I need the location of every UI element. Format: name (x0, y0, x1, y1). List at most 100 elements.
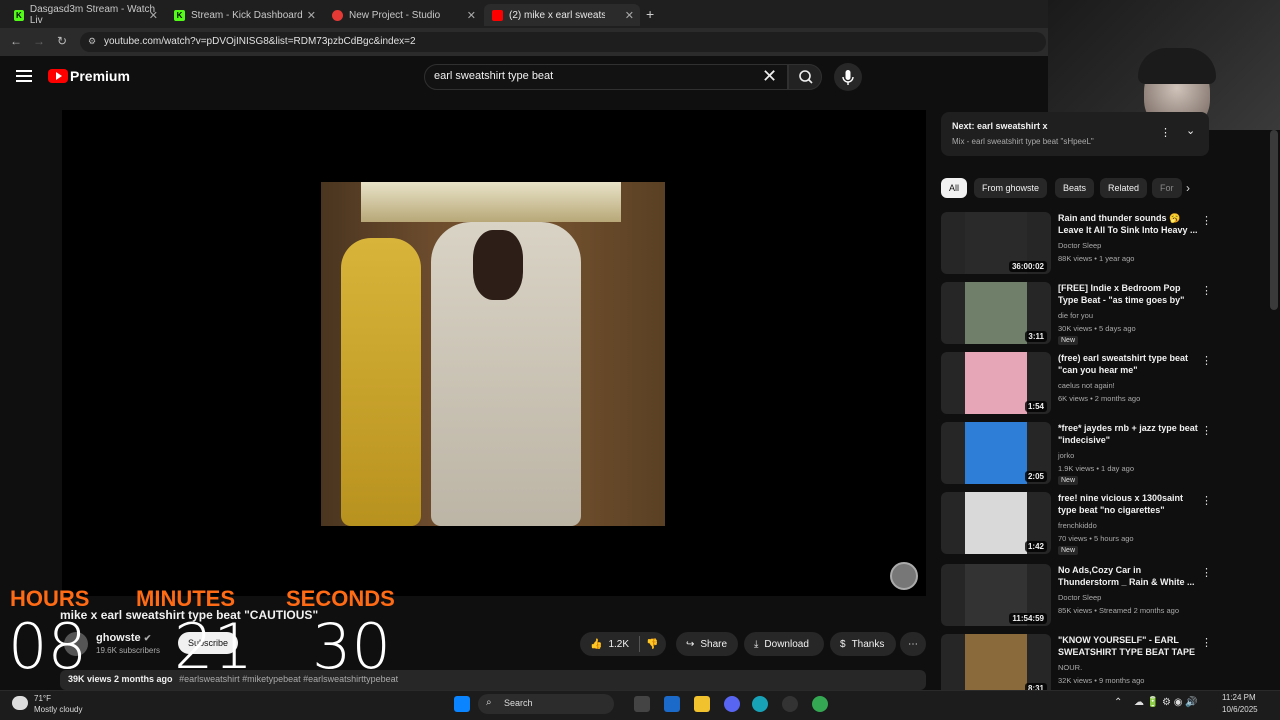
windows-start-icon[interactable] (454, 696, 470, 712)
person-yellow-hoodie (341, 238, 421, 526)
forward-icon[interactable]: → (33, 34, 45, 48)
chip-from-ghowste[interactable]: From ghowste (974, 178, 1048, 198)
like-button[interactable]: 👍 1.2K 👎 (580, 632, 666, 656)
voice-search-button[interactable] (834, 63, 862, 91)
rec-thumbnail[interactable]: 36:00:02 (941, 212, 1051, 274)
chip-for-you[interactable]: For (1152, 178, 1182, 198)
cloud-icon[interactable] (12, 696, 28, 710)
more-icon[interactable]: ⋮ (1160, 126, 1171, 139)
close-icon[interactable]: ✕ (467, 9, 476, 22)
scrollbar[interactable] (1270, 130, 1278, 310)
tab-title: New Project - Studio (349, 9, 441, 21)
tray-icons[interactable]: ☁ 🔋 ⚙ ◉ 🔊 (1134, 697, 1198, 708)
more-icon[interactable]: ⋮ (1201, 214, 1212, 227)
search-icon: ⌕ (486, 697, 492, 708)
back-icon[interactable]: ← (10, 34, 22, 48)
rec-channel[interactable]: jorko (1058, 451, 1074, 460)
youtube-icon (492, 9, 503, 21)
more-icon[interactable]: ⋮ (1201, 424, 1212, 437)
rec-item[interactable]: 36:00:02 Rain and thunder sounds 🥱 Leave … (941, 212, 1212, 278)
more-icon[interactable]: ⋮ (1201, 354, 1212, 367)
obs-icon[interactable] (782, 696, 798, 712)
taskbar-search-label: Search (504, 698, 533, 708)
rec-thumbnail[interactable]: 1:54 (941, 352, 1051, 414)
rec-channel[interactable]: NOUR. (1058, 663, 1082, 672)
browser-tab-3[interactable]: New Project - Studio ✕ (324, 4, 482, 26)
rec-channel[interactable]: Doctor Sleep (1058, 593, 1101, 602)
rec-duration: 11:54:59 (1009, 613, 1047, 624)
chip-beats[interactable]: Beats (1055, 178, 1095, 198)
youtube-logo-icon[interactable] (48, 69, 68, 83)
rec-thumbnail[interactable]: 8:31 (941, 634, 1051, 696)
rec-channel[interactable]: frenchkiddo (1058, 521, 1097, 530)
hashtags[interactable]: #earlsweatshirt #miketypebeat #earlsweat… (179, 674, 398, 684)
rec-views: 85K views • Streamed 2 months ago (1058, 606, 1180, 615)
task-view-icon[interactable] (634, 696, 650, 712)
reload-icon[interactable]: ↻ (57, 34, 67, 48)
chip-related[interactable]: Related (1100, 178, 1148, 198)
rec-title[interactable]: No Ads,Cozy Car in Thunderstorm _ Rain &… (1058, 564, 1198, 588)
logo-text[interactable]: Premium (70, 68, 130, 84)
rec-title[interactable]: "KNOW YOURSELF" - EARL SWEATSHIRT TYPE B… (1058, 634, 1198, 658)
rec-channel[interactable]: caelus not again! (1058, 381, 1115, 390)
more-actions-button[interactable]: ⋯ (900, 632, 926, 656)
rec-title[interactable]: Rain and thunder sounds 🥱 Leave It All T… (1058, 212, 1198, 236)
edge-icon[interactable] (752, 696, 768, 712)
close-icon[interactable]: ✕ (307, 9, 316, 22)
more-icon[interactable]: ⋮ (1201, 494, 1212, 507)
browser-tab-1[interactable]: K Dasgasd3m Stream - Watch Liv ✕ (6, 4, 164, 26)
rec-views: 30K views • 5 days ago (1058, 324, 1136, 333)
store-icon[interactable] (664, 696, 680, 712)
rec-item[interactable]: 1:54 (free) earl sweatshirt type beat "ca… (941, 352, 1212, 418)
close-icon[interactable]: ✕ (149, 9, 158, 22)
clear-icon[interactable]: ✕ (762, 66, 777, 87)
close-icon[interactable]: ✕ (625, 9, 634, 22)
download-button[interactable]: ⤓ Download (744, 632, 824, 656)
more-icon[interactable]: ⋮ (1201, 566, 1212, 579)
rec-title[interactable]: [FREE] Indie x Bedroom Pop Type Beat - "… (1058, 282, 1198, 306)
rec-thumbnail-art (965, 352, 1027, 414)
rec-title[interactable]: *free* jaydes rnb + jazz type beat "inde… (1058, 422, 1198, 446)
discord-icon[interactable] (724, 696, 740, 712)
browser-tab-4[interactable]: (2) mike x earl sweatshirt ty ✕ (484, 4, 640, 26)
tab-title: Stream - Kick Dashboard (191, 9, 303, 21)
video-frame[interactable] (321, 182, 665, 526)
menu-icon[interactable] (16, 70, 32, 82)
next-playlist: Mix - earl sweatshirt type beat "sHpeeL" (952, 137, 1094, 146)
rec-item[interactable]: 11:54:59 No Ads,Cozy Car in Thunderstorm … (941, 564, 1212, 630)
search-button[interactable] (788, 64, 822, 90)
rec-thumbnail[interactable]: 2:05 (941, 422, 1051, 484)
chevron-down-icon[interactable]: ⌄ (1186, 124, 1195, 137)
kick-icon: K (14, 9, 24, 21)
chrome-icon[interactable] (812, 696, 828, 712)
new-tab-icon[interactable]: + (646, 6, 654, 22)
rec-channel[interactable]: die for you (1058, 311, 1093, 320)
rec-item[interactable]: 2:05 *free* jaydes rnb + jazz type beat "… (941, 422, 1212, 488)
thumbs-up-icon: 👍 (590, 638, 603, 650)
rec-title[interactable]: free! nine vicious x 1300saint type beat… (1058, 492, 1198, 516)
elevator-ceiling (361, 182, 621, 222)
rec-item[interactable]: 3:11 [FREE] Indie x Bedroom Pop Type Beat… (941, 282, 1212, 348)
rec-thumbnail[interactable]: 3:11 (941, 282, 1051, 344)
rec-thumbnail[interactable]: 11:54:59 (941, 564, 1051, 626)
more-icon[interactable]: ⋮ (1201, 636, 1212, 649)
site-info-icon[interactable]: ⚙ (88, 36, 96, 47)
more-icon[interactable]: ⋮ (1201, 284, 1212, 297)
rec-channel[interactable]: Doctor Sleep (1058, 241, 1101, 250)
rec-title[interactable]: (free) earl sweatshirt type beat "can yo… (1058, 352, 1198, 376)
channel-name[interactable]: ghowste ✔ (96, 632, 151, 644)
share-button[interactable]: ↪ Share (676, 632, 738, 656)
chip-all[interactable]: All (941, 178, 968, 198)
chevron-up-icon[interactable]: ⌃ (1114, 697, 1122, 708)
rec-thumbnail[interactable]: 1:42 (941, 492, 1051, 554)
description-box[interactable]: 39K views 2 months ago #earlsweatshirt #… (60, 670, 926, 690)
browser-tab-2[interactable]: K Stream - Kick Dashboard ✕ (166, 4, 322, 26)
channel-watermark-icon[interactable] (890, 562, 918, 590)
thanks-button[interactable]: $ Thanks (830, 632, 896, 656)
weather-temp: 71°F (34, 694, 51, 703)
file-explorer-icon[interactable] (694, 696, 710, 712)
rec-item[interactable]: 1:42 free! nine vicious x 1300saint type … (941, 492, 1212, 558)
chevron-right-icon[interactable]: › (1186, 181, 1190, 195)
thumbs-down-icon[interactable]: 👎 (646, 639, 658, 650)
taskbar-search[interactable] (478, 694, 614, 714)
